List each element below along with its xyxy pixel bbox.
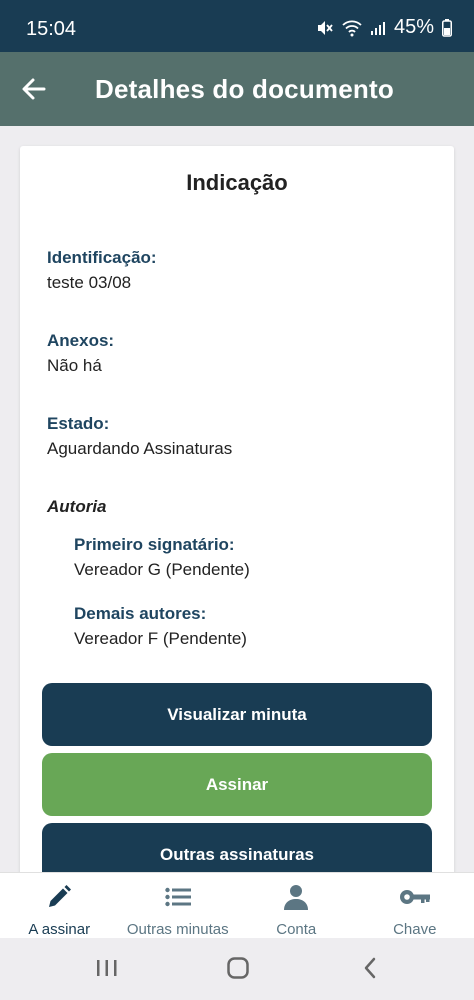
first-signer-value: Vereador G (Pendente) <box>74 560 250 579</box>
nav-item-conta[interactable]: Conta <box>237 873 356 938</box>
status-bar: 15:04 45% <box>0 0 474 52</box>
other-authors-label: Demais autores: <box>74 604 207 623</box>
system-navigation-bar <box>0 938 474 1000</box>
home-icon[interactable] <box>226 956 250 985</box>
mute-icon <box>316 19 334 37</box>
status-time: 15:04 <box>26 18 77 40</box>
nav-item-chave[interactable]: Chave <box>356 873 474 938</box>
document-title: Indicação <box>186 170 288 195</box>
battery-icon <box>442 18 452 37</box>
list-icon <box>165 883 191 911</box>
authorship-title: Autoria <box>47 497 107 516</box>
wifi-icon <box>342 19 362 37</box>
attachments-value: Não há <box>47 356 102 375</box>
sign-button[interactable]: Assinar <box>42 753 432 816</box>
identification-label: Identificação: <box>47 248 157 267</box>
back-icon[interactable] <box>362 956 378 985</box>
page-title: Detalhes do documento <box>95 74 394 104</box>
app-bar: Detalhes do documento <box>0 52 474 126</box>
nav-label: A assinar <box>28 921 91 938</box>
nav-label: Chave <box>393 921 437 938</box>
recent-apps-icon[interactable] <box>96 956 118 985</box>
first-signer-label: Primeiro signatário: <box>74 535 235 554</box>
nav-label: Outras minutas <box>126 921 229 938</box>
attachments-label: Anexos: <box>47 331 115 350</box>
identification-value: teste 03/08 <box>47 273 132 292</box>
status-value: Aguardando Assinaturas <box>47 439 233 458</box>
bottom-navigation: A assinar Outras minutas Conta Chave <box>0 872 474 938</box>
battery-percent: 45% <box>393 16 434 38</box>
key-icon <box>399 883 431 911</box>
pencil-icon <box>46 883 72 911</box>
person-icon <box>284 883 309 911</box>
status-icons: 45% <box>316 16 452 39</box>
back-arrow-icon[interactable] <box>20 75 48 103</box>
nav-item-outras-minutas[interactable]: Outras minutas <box>119 873 238 938</box>
nav-label: Conta <box>276 921 317 938</box>
nav-item-a-assinar[interactable]: A assinar <box>0 873 119 938</box>
signal-icon <box>370 20 386 36</box>
status-label: Estado: <box>47 414 110 433</box>
view-draft-button[interactable]: Visualizar minuta <box>42 683 432 746</box>
other-authors-value: Vereador F (Pendente) <box>74 629 247 648</box>
document-card: Indicação Identificação: teste 03/08 Ane… <box>20 146 454 906</box>
